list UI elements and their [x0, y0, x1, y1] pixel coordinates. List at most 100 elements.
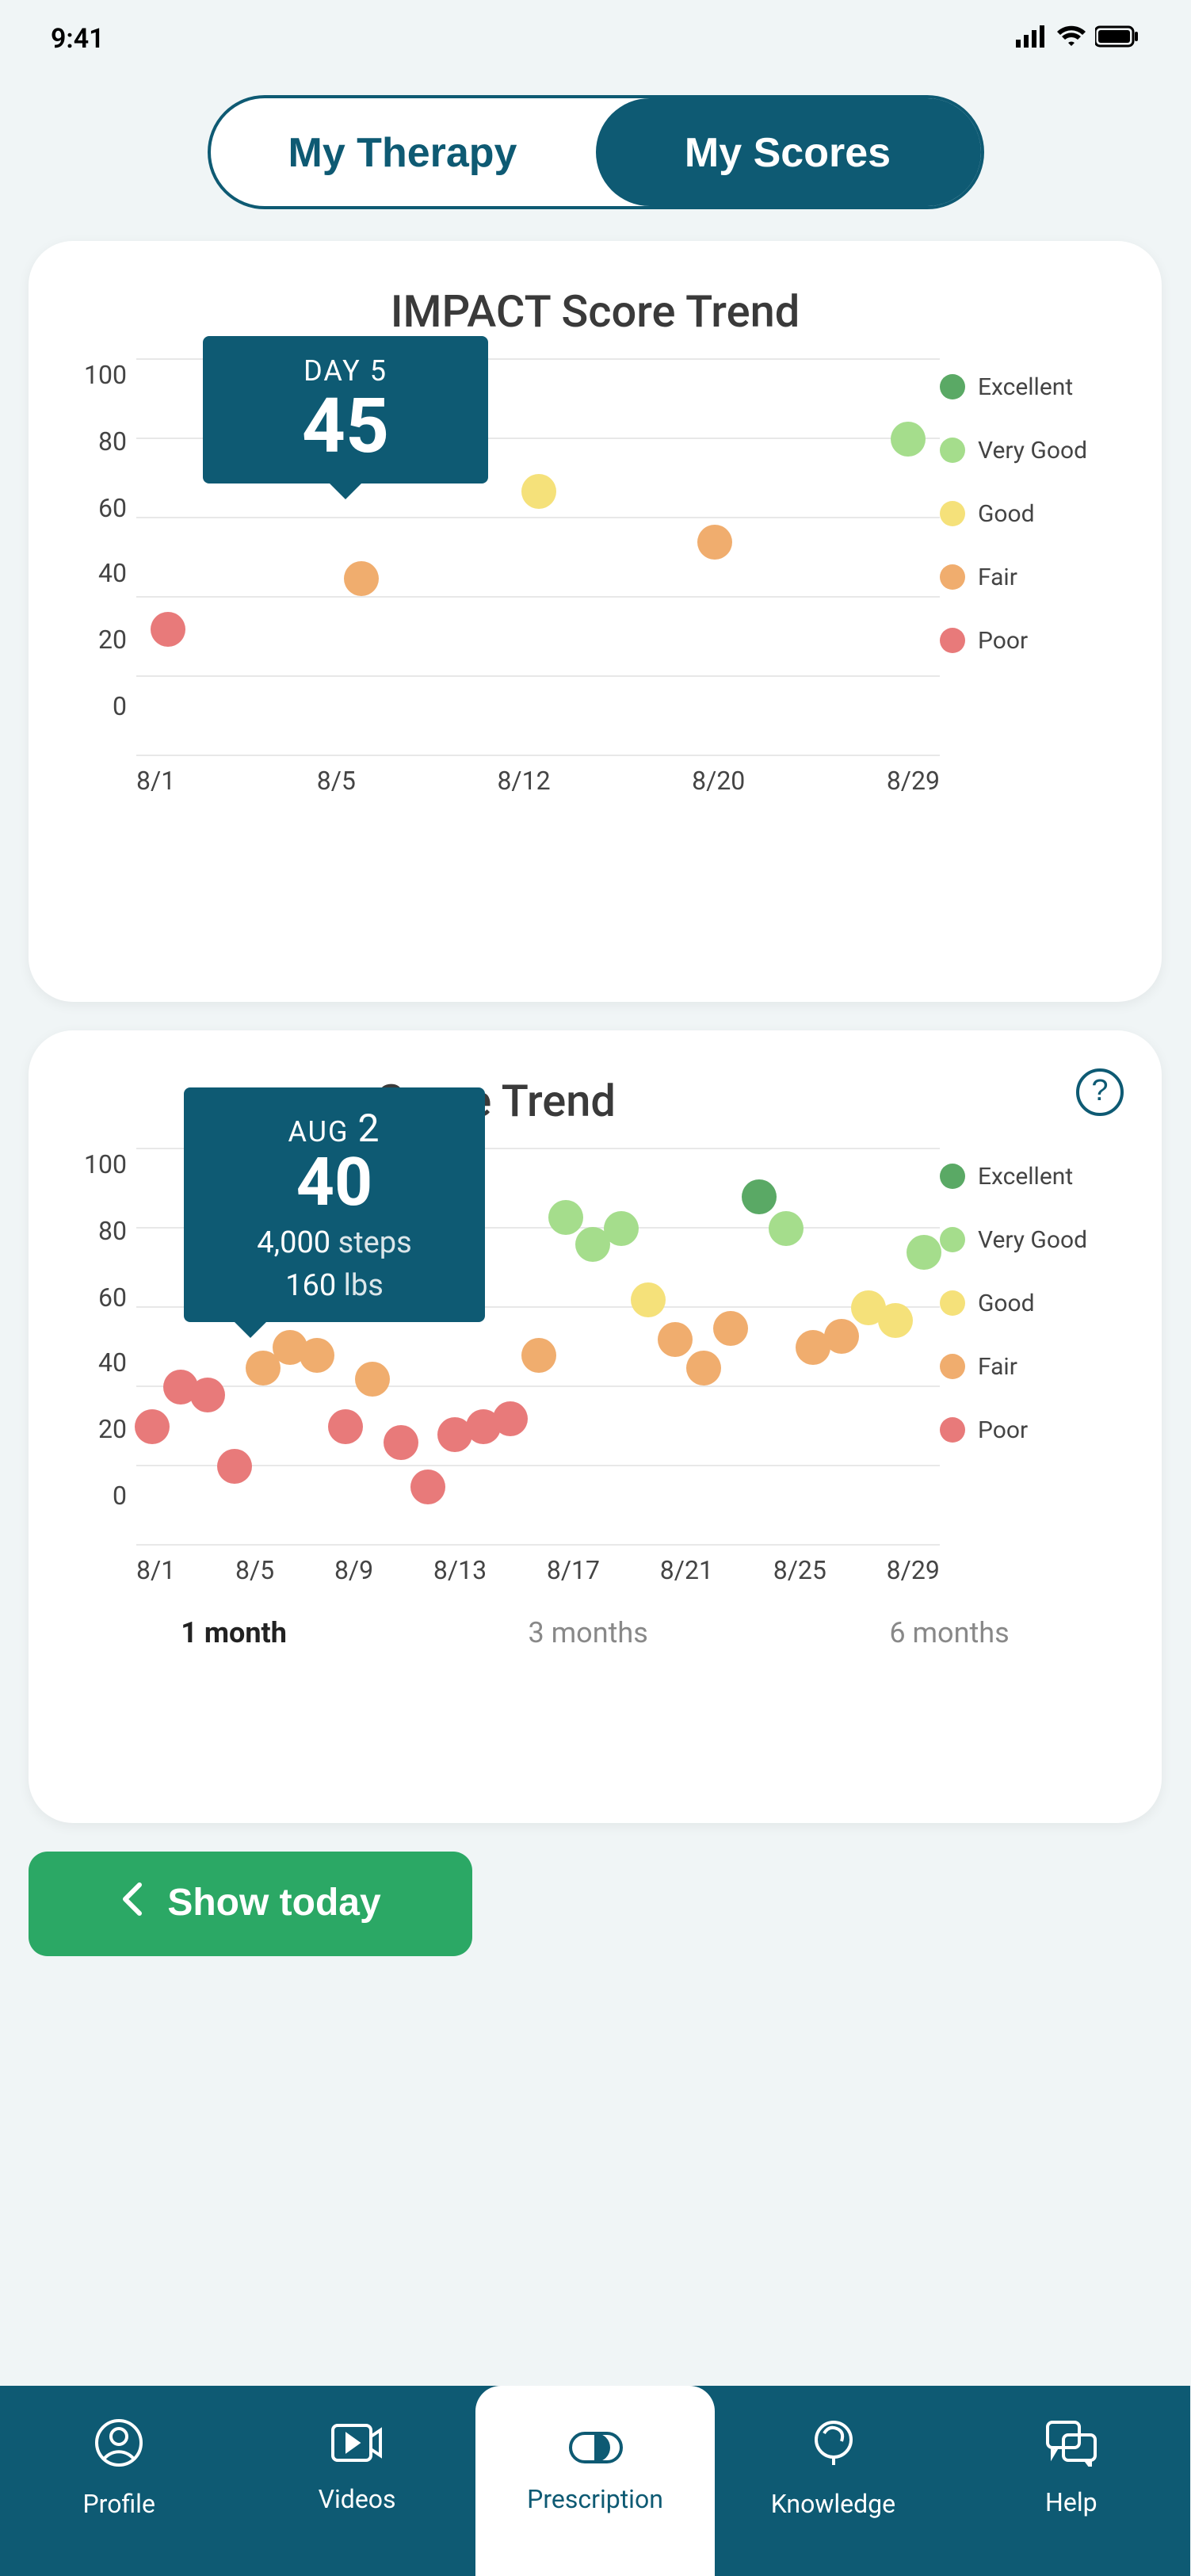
data-point[interactable]	[769, 1211, 804, 1246]
legend-label: Good	[978, 1289, 1035, 1317]
status-bar: 9:41	[0, 0, 1190, 79]
chart2-tooltip: AUG 2 40 4,000 steps 160 lbs	[184, 1087, 485, 1322]
range-1month[interactable]: 1 month	[181, 1617, 287, 1650]
legend-label: Poor	[978, 1416, 1028, 1444]
legend-label: Excellent	[978, 373, 1073, 401]
data-point[interactable]	[890, 422, 925, 457]
x-tick: 8/9	[334, 1555, 373, 1585]
nav-label: Prescription	[527, 2484, 663, 2514]
nav-label: Knowledge	[771, 2489, 895, 2519]
score-trend-card: ? Score Trend AUG 2 40 4,000 steps 160 l…	[29, 1030, 1162, 1823]
tooltip-steps: 4,000 steps	[212, 1224, 456, 1260]
range-selector: 1 month 3 months 6 months	[60, 1617, 1130, 1650]
x-tick: 8/17	[547, 1555, 600, 1585]
data-point[interactable]	[548, 1199, 583, 1234]
x-tick: 8/13	[433, 1555, 487, 1585]
chart1-legend: Excellent Very Good Good Fair Poor	[940, 360, 1130, 756]
data-point[interactable]	[713, 1310, 748, 1345]
data-point[interactable]	[328, 1409, 363, 1444]
profile-icon	[94, 2417, 144, 2479]
chevron-left-icon	[120, 1881, 142, 1927]
data-point[interactable]	[300, 1338, 335, 1373]
tooltip-value: 40	[212, 1151, 456, 1217]
x-tick: 8/21	[660, 1555, 713, 1585]
data-point[interactable]	[151, 612, 186, 647]
y-tick: 60	[98, 1282, 127, 1312]
data-point[interactable]	[135, 1409, 170, 1444]
show-today-button[interactable]: Show today	[29, 1852, 472, 1956]
chart1-x-axis: 8/1 8/5 8/12 8/20 8/29	[136, 756, 940, 796]
wifi-icon	[1057, 24, 1086, 55]
chart1-y-axis: 100 80 60 40 20 0	[60, 360, 136, 756]
data-point[interactable]	[410, 1469, 445, 1504]
data-point[interactable]	[344, 560, 379, 595]
nav-label: Profile	[82, 2489, 155, 2519]
brain-icon	[807, 2417, 858, 2479]
y-tick: 40	[98, 1348, 127, 1378]
chart1-tooltip: DAY 5 45	[203, 336, 488, 483]
y-tick: 100	[84, 360, 127, 390]
y-tick: 60	[98, 492, 127, 522]
x-tick: 8/20	[692, 766, 745, 796]
data-point[interactable]	[741, 1179, 776, 1214]
nav-knowledge[interactable]: Knowledge	[714, 2386, 952, 2576]
legend-label: Very Good	[978, 1225, 1087, 1254]
nav-prescription[interactable]: Prescription	[476, 2386, 714, 2576]
data-point[interactable]	[697, 525, 732, 560]
legend-label: Excellent	[978, 1162, 1073, 1191]
x-tick: 8/5	[235, 1555, 274, 1585]
x-tick: 8/29	[887, 1555, 940, 1585]
data-point[interactable]	[493, 1401, 528, 1436]
legend-label: Poor	[978, 626, 1028, 655]
data-point[interactable]	[190, 1378, 225, 1412]
y-tick: 80	[98, 1216, 127, 1246]
data-point[interactable]	[218, 1449, 253, 1484]
nav-profile[interactable]: Profile	[0, 2386, 238, 2576]
x-tick: 8/29	[887, 766, 940, 796]
y-tick: 100	[84, 1149, 127, 1179]
y-tick: 20	[98, 1414, 127, 1444]
y-tick: 0	[113, 1481, 127, 1511]
chart2-x-axis: 8/1 8/5 8/9 8/13 8/17 8/21 8/25 8/29	[136, 1546, 940, 1585]
tab-my-therapy[interactable]: My Therapy	[210, 98, 595, 206]
data-point[interactable]	[907, 1235, 941, 1270]
data-point[interactable]	[658, 1322, 693, 1357]
tooltip-value: 45	[231, 388, 460, 464]
legend-label: Good	[978, 499, 1035, 528]
y-tick: 80	[98, 426, 127, 457]
tab-my-scores[interactable]: My Scores	[595, 98, 980, 206]
help-icon[interactable]: ?	[1076, 1068, 1124, 1116]
x-tick: 8/5	[317, 766, 356, 796]
data-point[interactable]	[823, 1318, 858, 1353]
show-today-label: Show today	[167, 1882, 380, 1926]
data-point[interactable]	[383, 1425, 418, 1460]
chart2-legend: Excellent Very Good Good Fair Poor	[940, 1149, 1130, 1546]
legend-label: Fair	[978, 563, 1017, 591]
home-indicator	[476, 2555, 714, 2563]
y-tick: 40	[98, 559, 127, 589]
battery-icon	[1095, 24, 1139, 55]
data-point[interactable]	[879, 1302, 914, 1337]
tooltip-weight: 160 lbs	[212, 1267, 456, 1303]
data-point[interactable]	[355, 1362, 390, 1397]
nav-videos[interactable]: Videos	[238, 2386, 475, 2576]
data-point[interactable]	[521, 1338, 555, 1373]
data-point[interactable]	[521, 473, 555, 508]
data-point[interactable]	[686, 1350, 721, 1385]
data-point[interactable]	[631, 1282, 666, 1317]
legend-label: Very Good	[978, 436, 1087, 464]
x-tick: 8/12	[497, 766, 550, 796]
signal-icon	[1016, 24, 1048, 55]
nav-label: Videos	[319, 2484, 396, 2514]
range-3months[interactable]: 3 months	[528, 1617, 647, 1650]
nav-help[interactable]: Help	[952, 2386, 1190, 2576]
data-point[interactable]	[603, 1211, 638, 1246]
pill-icon	[568, 2422, 622, 2475]
bottom-nav: Profile Videos Prescription Knowledge He…	[0, 2386, 1190, 2576]
range-6months[interactable]: 6 months	[889, 1617, 1009, 1650]
impact-score-card: IMPACT Score Trend DAY 5 45 100 80 60 40…	[29, 241, 1162, 1002]
x-tick: 8/1	[136, 766, 175, 796]
x-tick: 8/1	[136, 1555, 175, 1585]
chat-icon	[1044, 2419, 1098, 2478]
x-tick: 8/25	[773, 1555, 826, 1585]
